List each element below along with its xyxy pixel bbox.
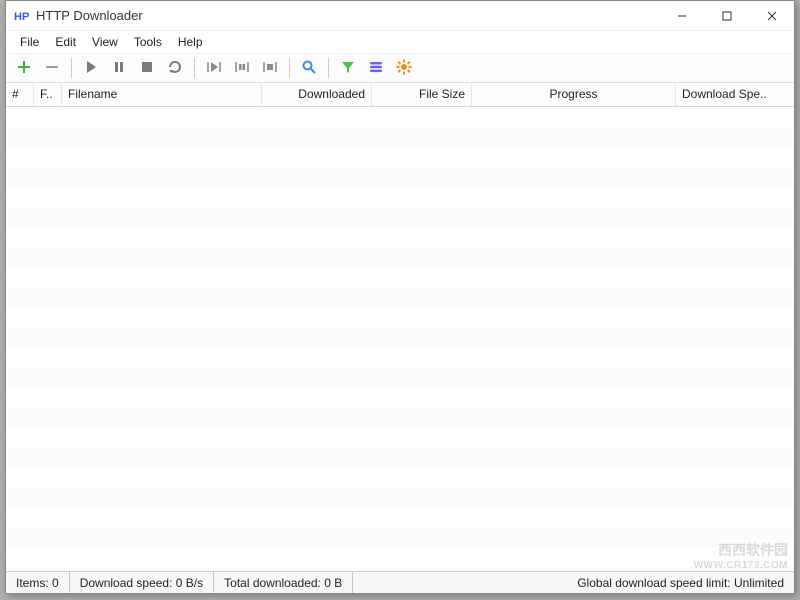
status-total-dl: Total downloaded: 0 B	[214, 572, 353, 593]
window-controls	[659, 1, 794, 30]
remove-icon	[44, 59, 60, 78]
menu-view[interactable]: View	[84, 33, 126, 51]
menu-edit[interactable]: Edit	[47, 33, 84, 51]
col-progress[interactable]: Progress	[472, 83, 676, 106]
status-global-limit-text: Global download speed limit: Unlimited	[577, 576, 784, 590]
stop-button[interactable]	[135, 56, 159, 80]
pause-icon	[111, 59, 127, 78]
pause-button[interactable]	[107, 56, 131, 80]
add-button[interactable]	[12, 56, 36, 80]
filter-icon	[340, 59, 356, 78]
status-dl-speed: Download speed: 0 B/s	[70, 572, 214, 593]
download-list[interactable]	[6, 107, 794, 571]
status-total-dl-label: Total downloaded:	[224, 576, 321, 590]
menu-tools[interactable]: Tools	[126, 33, 170, 51]
remove-completed-button[interactable]	[258, 56, 282, 80]
status-items-value: 0	[52, 576, 59, 590]
col-index[interactable]: #	[6, 83, 34, 106]
restart-icon	[167, 59, 183, 78]
titlebar: HP HTTP Downloader	[6, 1, 794, 31]
options-icon	[396, 59, 412, 78]
window-title: HTTP Downloader	[36, 8, 659, 23]
stop-active-button[interactable]	[230, 56, 254, 80]
status-total-dl-value: 0 B	[324, 576, 342, 590]
pause-active-icon	[206, 59, 222, 78]
start-button[interactable]	[79, 56, 103, 80]
menubar: File Edit View Tools Help	[6, 31, 794, 53]
stop-active-icon	[234, 59, 250, 78]
column-headers: # F.. Filename Downloaded File Size Prog…	[6, 83, 794, 107]
queue-icon	[368, 59, 384, 78]
close-button[interactable]	[749, 1, 794, 30]
status-items: Items: 0	[6, 572, 70, 593]
app-window: HP HTTP Downloader File Edit View Tools …	[5, 0, 795, 594]
status-dl-speed-label: Download speed:	[80, 576, 173, 590]
menu-help[interactable]: Help	[170, 33, 211, 51]
col-file-type[interactable]: F..	[34, 83, 62, 106]
options-button[interactable]	[392, 56, 416, 80]
add-icon	[16, 59, 32, 78]
status-items-label: Items:	[16, 576, 49, 590]
toolbar-separator	[194, 58, 195, 78]
remove-button[interactable]	[40, 56, 64, 80]
col-downloaded[interactable]: Downloaded	[262, 83, 372, 106]
maximize-button[interactable]	[704, 1, 749, 30]
svg-text:HP: HP	[14, 11, 29, 23]
search-icon	[301, 59, 317, 78]
restart-button[interactable]	[163, 56, 187, 80]
search-button[interactable]	[297, 56, 321, 80]
minimize-button[interactable]	[659, 1, 704, 30]
app-icon: HP	[14, 8, 30, 24]
queue-button[interactable]	[364, 56, 388, 80]
stop-icon	[139, 59, 155, 78]
filter-button[interactable]	[336, 56, 360, 80]
play-icon	[83, 59, 99, 78]
menu-file[interactable]: File	[12, 33, 47, 51]
statusbar: Items: 0 Download speed: 0 B/s Total dow…	[6, 571, 794, 593]
col-filename[interactable]: Filename	[62, 83, 262, 106]
col-file-size[interactable]: File Size	[372, 83, 472, 106]
toolbar-separator	[71, 58, 72, 78]
remove-completed-icon	[262, 59, 278, 78]
toolbar	[6, 53, 794, 83]
toolbar-separator	[328, 58, 329, 78]
status-dl-speed-value: 0 B/s	[176, 576, 203, 590]
status-global-limit: Global download speed limit: Unlimited	[353, 572, 794, 593]
col-download-speed[interactable]: Download Spe..	[676, 83, 794, 106]
pause-active-button[interactable]	[202, 56, 226, 80]
download-list-inner	[6, 107, 794, 571]
toolbar-separator	[289, 58, 290, 78]
